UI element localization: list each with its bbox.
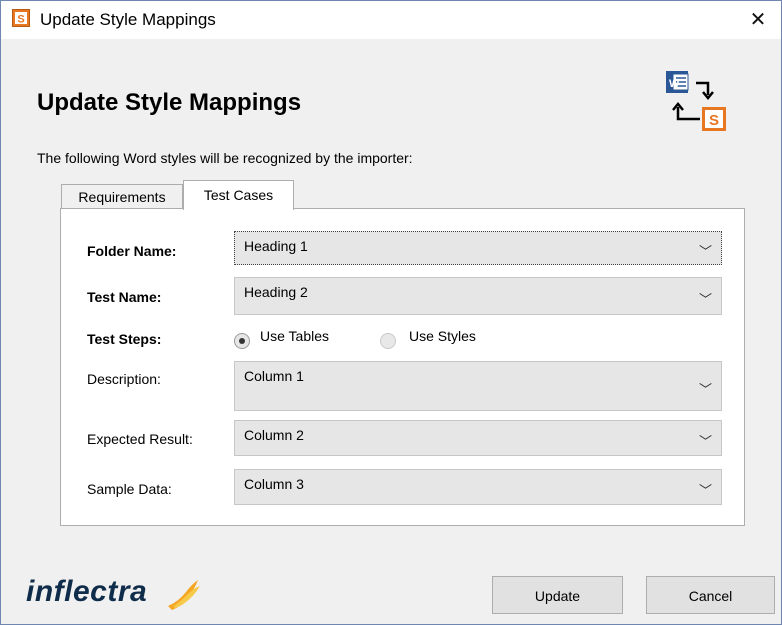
cancel-button[interactable]: Cancel xyxy=(646,576,775,614)
title-bar: S Update Style Mappings ✕ xyxy=(1,1,781,39)
close-icon: ✕ xyxy=(749,9,767,31)
chevron-down-icon: ﹀ xyxy=(698,434,712,449)
use-tables-label[interactable]: Use Tables xyxy=(260,328,329,344)
close-button[interactable]: ✕ xyxy=(735,1,781,39)
flame-logo-icon xyxy=(168,580,200,610)
use-tables-radio[interactable] xyxy=(234,333,250,349)
dialog-window: S Update Style Mappings ✕ Update Style M… xyxy=(0,0,782,625)
update-button[interactable]: Update xyxy=(492,576,623,614)
intro-text: The following Word styles will be recogn… xyxy=(37,150,413,166)
test-name-value: Heading 2 xyxy=(244,284,308,300)
svg-text:S: S xyxy=(709,112,719,129)
tab-requirements[interactable]: Requirements xyxy=(61,184,183,209)
tab-test-cases[interactable]: Test Cases xyxy=(183,180,294,210)
test-cases-panel: Folder Name: Heading 1 ﹀ Test Name: Head… xyxy=(60,208,745,526)
test-name-select[interactable]: Heading 2 ﹀ xyxy=(234,277,722,315)
sample-data-label: Sample Data: xyxy=(87,481,172,497)
sample-data-select[interactable]: Column 3 ﹀ xyxy=(234,469,722,505)
svg-text:S: S xyxy=(17,14,24,26)
chevron-down-icon: ﹀ xyxy=(698,483,712,498)
word-to-spira-sync-icon: W S xyxy=(666,71,726,131)
page-title: Update Style Mappings xyxy=(37,89,302,116)
use-styles-radio[interactable] xyxy=(380,333,396,349)
description-label: Description: xyxy=(87,371,161,387)
folder-name-select[interactable]: Heading 1 ﹀ xyxy=(234,231,722,265)
svg-text:W: W xyxy=(669,78,680,90)
spiraplan-s-icon: S xyxy=(12,9,30,27)
chevron-down-icon: ﹀ xyxy=(698,292,712,307)
description-select[interactable]: Column 1 ﹀ xyxy=(234,361,722,411)
expected-result-value: Column 2 xyxy=(244,427,304,443)
sample-data-value: Column 3 xyxy=(244,476,304,492)
test-steps-label: Test Steps: xyxy=(87,331,162,347)
test-name-label: Test Name: xyxy=(87,289,162,305)
expected-result-label: Expected Result: xyxy=(87,431,193,447)
folder-name-label: Folder Name: xyxy=(87,243,177,259)
folder-name-value: Heading 1 xyxy=(244,238,308,254)
use-styles-label[interactable]: Use Styles xyxy=(409,328,476,344)
window-title: Update Style Mappings xyxy=(40,10,216,29)
chevron-down-icon: ﹀ xyxy=(698,382,712,397)
chevron-down-icon: ﹀ xyxy=(698,244,712,259)
inflectra-logo: inflectra xyxy=(26,575,148,608)
expected-result-select[interactable]: Column 2 ﹀ xyxy=(234,420,722,456)
description-value: Column 1 xyxy=(244,368,304,384)
